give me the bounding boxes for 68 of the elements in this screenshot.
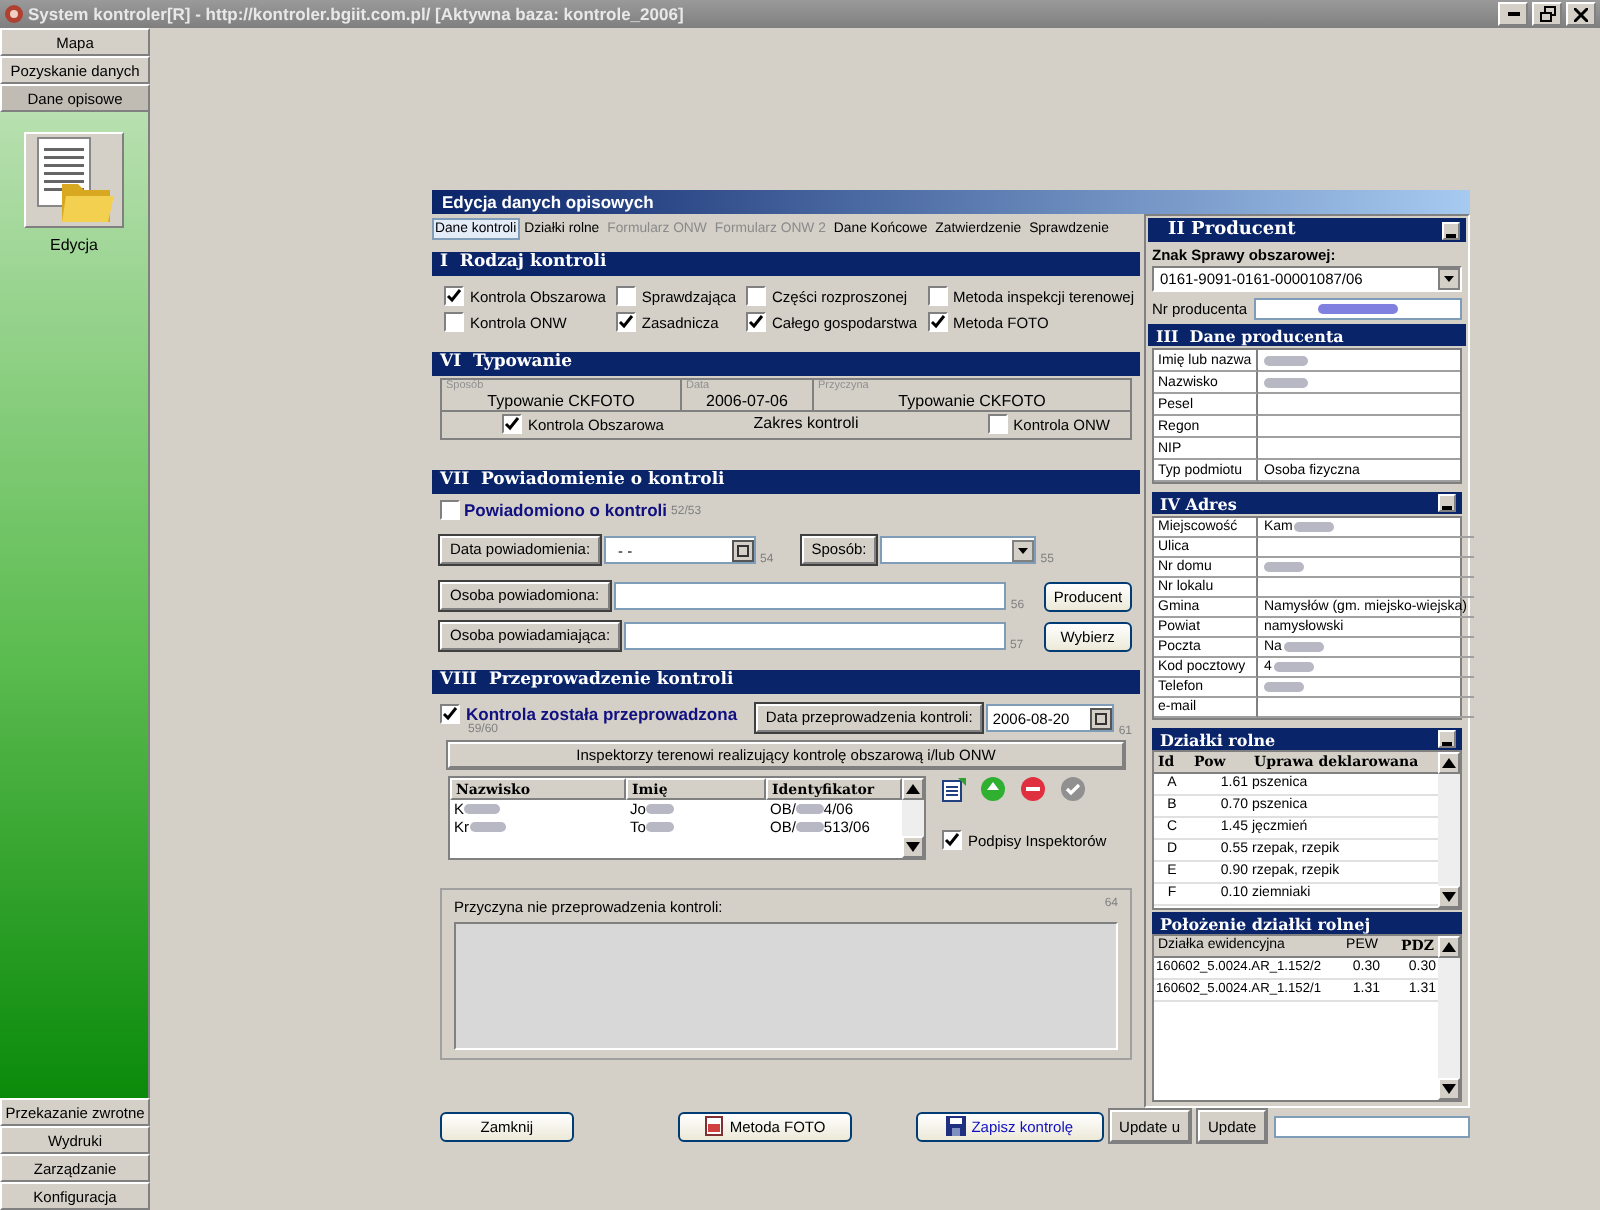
checkbox[interactable] bbox=[615, 312, 636, 332]
restore-button[interactable] bbox=[1532, 2, 1562, 26]
scroll-down-icon bbox=[1442, 892, 1456, 902]
calendar-icon[interactable] bbox=[732, 539, 755, 561]
minimize-icon bbox=[1507, 12, 1519, 16]
save-icon bbox=[945, 1116, 966, 1136]
edit-list-icon[interactable] bbox=[942, 777, 966, 801]
checkbox[interactable] bbox=[502, 414, 522, 434]
calendar-icon[interactable] bbox=[1090, 707, 1113, 729]
section-header: VII Powiadomienie o kontroli bbox=[432, 470, 1140, 494]
cell-value: Typowanie CKFOTO bbox=[896, 392, 1048, 410]
scroll-up-icon bbox=[1442, 758, 1456, 768]
cell-value: Typowanie CKFOTO bbox=[485, 392, 637, 410]
app-icon bbox=[4, 4, 24, 24]
minimize-icon bbox=[1446, 233, 1456, 237]
restore-icon bbox=[1539, 6, 1555, 22]
section-header: Położenie działki rolnej bbox=[1152, 912, 1462, 934]
window-title: System kontroler[R] - http://kontroler.bgiit.com.pl/ [Aktywna baza: kontrole_2006] bbox=[28, 4, 686, 24]
scope-title: Zakres kontroli bbox=[753, 414, 859, 432]
section-header: Działki rolne bbox=[1152, 728, 1462, 750]
photo-document-icon bbox=[703, 1116, 724, 1136]
scroll-down-icon bbox=[906, 842, 920, 852]
scroll-down-icon bbox=[1442, 1084, 1456, 1094]
close-icon bbox=[1574, 7, 1588, 21]
minimize-button[interactable] bbox=[1498, 2, 1528, 26]
minimize-button[interactable] bbox=[1442, 221, 1460, 239]
section-header: I Rodzaj kontroli bbox=[432, 252, 1140, 276]
scroll-up-icon bbox=[906, 784, 920, 794]
method-dropdown[interactable] bbox=[880, 536, 1037, 564]
checkbox[interactable] bbox=[942, 830, 962, 850]
minimize-icon bbox=[1442, 742, 1452, 746]
check-icon[interactable] bbox=[1060, 776, 1086, 802]
add-icon[interactable] bbox=[980, 776, 1006, 802]
checkbox[interactable] bbox=[927, 286, 948, 306]
checkbox[interactable] bbox=[440, 500, 460, 520]
section-header: III Dane producenta bbox=[1148, 324, 1466, 346]
checkbox[interactable] bbox=[444, 286, 464, 306]
checkbox[interactable] bbox=[444, 312, 464, 332]
section-header: VIII Przeprowadzenie kontroli bbox=[432, 670, 1140, 694]
section-header: IV Adres bbox=[1152, 492, 1462, 514]
checkbox-label: Kontrola została przeprowadzona bbox=[466, 704, 738, 724]
producer-number-field[interactable] bbox=[1253, 298, 1462, 320]
checkbox[interactable] bbox=[987, 414, 1008, 434]
minimize-icon bbox=[1442, 506, 1452, 510]
checkbox-label: Powiadomiono o kontroli bbox=[464, 500, 668, 520]
person-field[interactable] bbox=[613, 582, 1007, 610]
minimize-button[interactable] bbox=[1438, 730, 1456, 748]
document-folder-icon bbox=[34, 136, 114, 224]
remove-icon[interactable] bbox=[1020, 776, 1046, 802]
section-header: II Producent bbox=[1148, 218, 1466, 242]
text-field[interactable] bbox=[1274, 1115, 1470, 1137]
checkbox[interactable] bbox=[927, 312, 948, 332]
scrollbar[interactable] bbox=[1438, 752, 1460, 908]
module-button[interactable] bbox=[24, 132, 124, 228]
checkbox[interactable] bbox=[615, 286, 636, 306]
section-header: VI Typowanie bbox=[432, 352, 1140, 376]
module-label: Edycja bbox=[49, 236, 98, 254]
scrollbar[interactable] bbox=[902, 778, 924, 858]
cell-value: 2006-07-06 bbox=[704, 392, 790, 410]
person-field[interactable] bbox=[624, 622, 1006, 650]
checkbox[interactable] bbox=[746, 312, 766, 332]
checkbox[interactable] bbox=[440, 704, 460, 724]
minimize-button[interactable] bbox=[1438, 494, 1456, 512]
scroll-up-icon bbox=[1442, 942, 1456, 952]
form-title: Edycja danych opisowych bbox=[432, 190, 1470, 214]
close-button[interactable] bbox=[1566, 2, 1596, 26]
checkbox[interactable] bbox=[746, 286, 766, 306]
scrollbar[interactable] bbox=[1438, 936, 1460, 1100]
